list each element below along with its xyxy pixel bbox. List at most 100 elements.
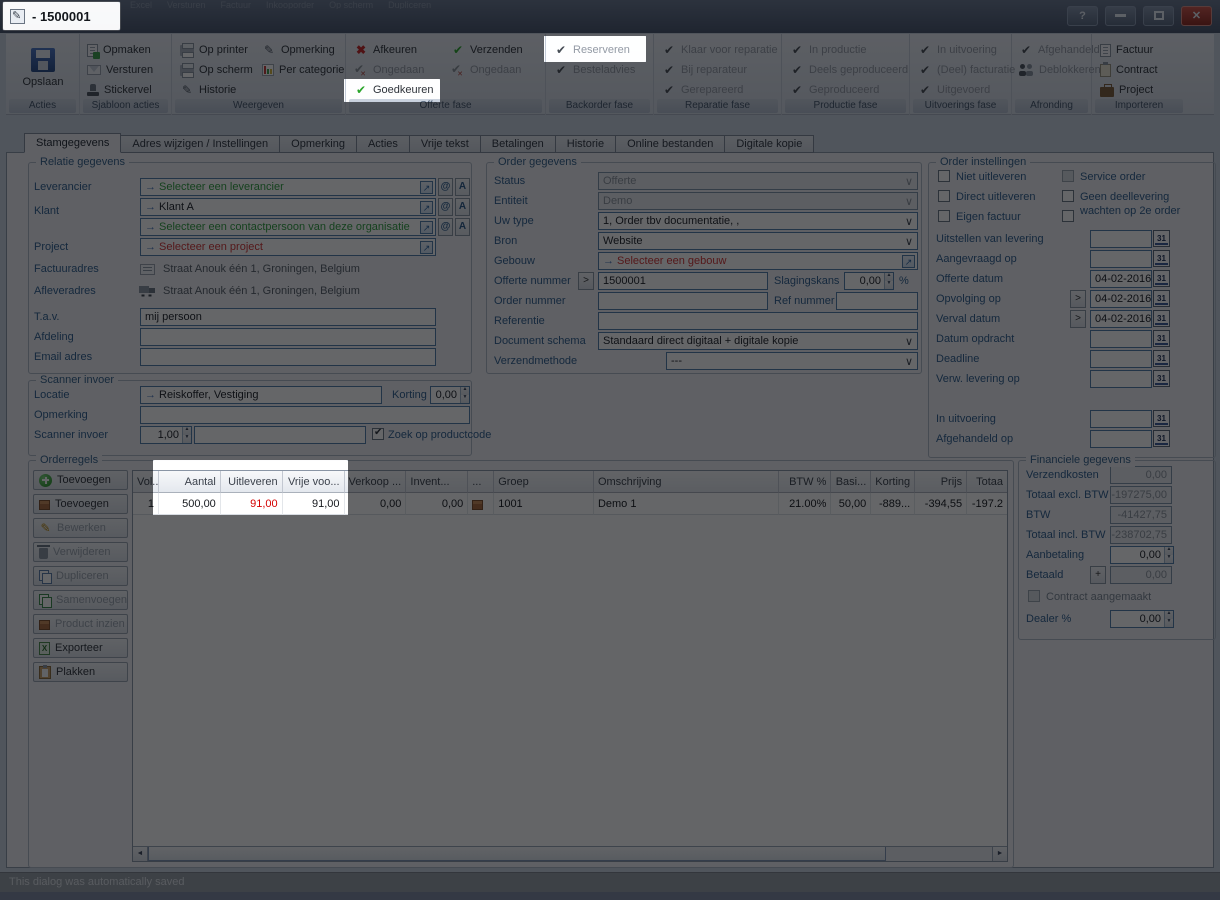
ongedaan-button[interactable]: ✔Ongedaan [354, 61, 424, 79]
eigen-factuur-checkbox[interactable] [938, 210, 950, 222]
verwijderen-button[interactable]: Verwijderen [33, 542, 128, 562]
bewerken-button[interactable]: ✎Bewerken [33, 518, 128, 538]
spinner-arrows[interactable]: ▲▼ [1164, 547, 1173, 563]
open-popup-icon[interactable] [902, 255, 915, 268]
opvolging-op-date[interactable]: 04-02-2016 [1090, 290, 1152, 308]
calendar-icon[interactable]: 31 [1153, 350, 1170, 367]
service-order-checkbox[interactable] [1062, 170, 1074, 182]
email-at-button[interactable]: @ [438, 218, 453, 236]
opvolging-expand-button[interactable]: > [1070, 290, 1086, 308]
project-import-button[interactable]: Project [1100, 81, 1153, 99]
besteladvies-button[interactable]: ✔Besteladvies [554, 61, 635, 79]
exporteer-button[interactable]: Exporteer [33, 638, 128, 658]
calendar-icon[interactable]: 31 [1153, 430, 1170, 447]
ref-nummer-input[interactable] [836, 292, 918, 310]
afgehandeld-op-date[interactable] [1090, 430, 1152, 448]
verval-expand-button[interactable]: > [1070, 310, 1086, 328]
ongedaan-button[interactable]: ✔Ongedaan [451, 61, 521, 79]
tab-betalingen[interactable]: Betalingen [481, 135, 556, 153]
spin-down-icon[interactable]: ▼ [885, 281, 893, 289]
tab-online-bestanden[interactable]: Online bestanden [616, 135, 725, 153]
contract-import-button[interactable]: Contract [1100, 61, 1158, 79]
geen-deellevering-checkbox[interactable] [1062, 190, 1074, 202]
col-aantal[interactable]: Aantal [159, 471, 221, 493]
tab-adres-wijzigen[interactable]: Adres wijzigen / Instellingen [121, 135, 280, 153]
scroll-left-icon[interactable]: ◄ [133, 847, 148, 861]
col-totaal[interactable]: Totaa [967, 471, 1007, 493]
col-icon[interactable]: ... [468, 471, 494, 493]
offerte-datum-date[interactable]: 04-02-2016 [1090, 270, 1152, 288]
betaald-plus-button[interactable]: + [1090, 566, 1106, 584]
tav-input[interactable]: mij persoon [140, 308, 436, 326]
calendar-icon[interactable]: 31 [1153, 410, 1170, 427]
deadline-date[interactable] [1090, 350, 1152, 368]
versturen-button[interactable]: Versturen [87, 61, 153, 79]
spin-down-icon[interactable]: ▼ [183, 435, 191, 443]
calendar-icon[interactable]: 31 [1153, 310, 1170, 327]
verzenden-button[interactable]: ✔Verzenden [451, 41, 523, 59]
klaar-voor-reparatie-button[interactable]: ✔Klaar voor reparatie [662, 41, 778, 59]
locatie-selector[interactable]: Reiskoffer, Vestiging [140, 386, 382, 404]
factuur-import-button[interactable]: Factuur [1100, 41, 1153, 59]
bron-dropdown[interactable]: Website [598, 232, 918, 250]
referentie-input[interactable] [598, 312, 918, 330]
calendar-icon[interactable]: 31 [1153, 290, 1170, 307]
aanbetaling-spinner[interactable]: 0,00▲▼ [1110, 546, 1174, 564]
dupliceren-button[interactable]: Dupliceren [33, 566, 128, 586]
product-inzien-button[interactable]: Product inzien [33, 614, 128, 634]
project-selector[interactable]: Selecteer een project [140, 238, 436, 256]
spin-down-icon[interactable]: ▼ [461, 395, 469, 403]
op-scherm-button[interactable]: Op scherm [180, 61, 253, 79]
afgehandeld-button[interactable]: ✔Afgehandeld [1019, 41, 1100, 59]
address-a-button[interactable]: A [455, 178, 470, 196]
scrollbar-thumb[interactable] [148, 847, 886, 861]
spinner-arrows[interactable]: ▲▼ [460, 387, 469, 403]
uitgevoerd-button[interactable]: ✔Uitgevoerd [918, 81, 990, 99]
entiteit-dropdown[interactable]: Demo [598, 192, 918, 210]
tab-digitale-kopie[interactable]: Digitale kopie [725, 135, 814, 153]
reserveren-button[interactable]: ✔Reserveren [554, 41, 630, 59]
status-dropdown[interactable]: Offerte [598, 172, 918, 190]
address-a-button[interactable]: A [455, 218, 470, 236]
in-uitvoering-date[interactable] [1090, 410, 1152, 428]
in-uitvoering-button[interactable]: ✔In uitvoering [918, 41, 997, 59]
afkeuren-button[interactable]: ✖Afkeuren [354, 41, 417, 59]
opslaan-button[interactable]: Opslaan [14, 40, 72, 96]
verzendmethode-dropdown[interactable]: --- [666, 352, 918, 370]
goedkeuren-button[interactable]: ✔Goedkeuren [354, 81, 434, 99]
calendar-icon[interactable]: 31 [1153, 270, 1170, 287]
aangevraagd-op-date[interactable] [1090, 250, 1152, 268]
spinner-arrows[interactable]: ▲▼ [182, 427, 191, 443]
col-vrije-voorraad[interactable]: Vrije voo... [283, 471, 345, 493]
horizontal-scrollbar[interactable]: ◄ ► [133, 846, 1007, 861]
toevoegen-button[interactable]: Toevoegen [33, 470, 128, 490]
plakken-button[interactable]: Plakken [33, 662, 128, 682]
open-popup-icon[interactable] [420, 201, 433, 214]
toevoegen-product-button[interactable]: Toevoegen [33, 494, 128, 514]
address-a-button[interactable]: A [455, 198, 470, 216]
open-popup-icon[interactable] [420, 241, 433, 254]
bij-reparateur-button[interactable]: ✔Bij reparateur [662, 61, 747, 79]
korting-spinner[interactable]: 0,00▲▼ [430, 386, 470, 404]
offerte-nummer-expand-button[interactable]: > [578, 272, 594, 290]
col-btw[interactable]: BTW % [779, 471, 831, 493]
col-prijs[interactable]: Prijs [915, 471, 967, 493]
tab-vrije-tekst[interactable]: Vrije tekst [410, 135, 481, 153]
deel-facturatie-button[interactable]: ✔(Deel) facturatie [918, 61, 1015, 79]
opmerking-button[interactable]: ✎Opmerking [262, 41, 335, 59]
historie-button[interactable]: ✎Historie [180, 81, 236, 99]
col-basis[interactable]: Basi... [831, 471, 871, 493]
contract-aangemaakt-checkbox[interactable] [1028, 590, 1040, 602]
tab-acties[interactable]: Acties [357, 135, 410, 153]
in-productie-button[interactable]: ✔In productie [790, 41, 866, 59]
tab-opmerking[interactable]: Opmerking [280, 135, 357, 153]
email-input[interactable] [140, 348, 436, 366]
opmerking-input[interactable] [140, 406, 470, 424]
calendar-icon[interactable]: 31 [1153, 230, 1170, 247]
spin-down-icon[interactable]: ▼ [1165, 555, 1173, 563]
deblokkeren-button[interactable]: Deblokkeren [1019, 61, 1101, 79]
spinner-arrows[interactable]: ▲▼ [1164, 611, 1173, 627]
document-schema-dropdown[interactable]: Standaard direct digitaal + digitale kop… [598, 332, 918, 350]
opmaken-button[interactable]: Opmaken [87, 41, 151, 59]
gerepareerd-button[interactable]: ✔Gerepareerd [662, 81, 743, 99]
